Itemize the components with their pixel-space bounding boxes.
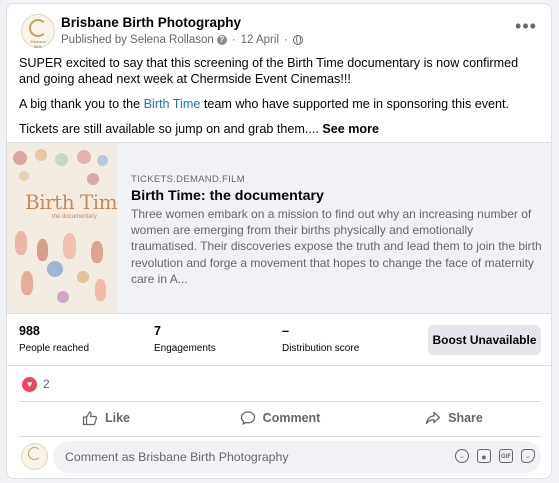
post-header: Brisbane Birth Brisbane Birth Photograph…	[19, 12, 541, 50]
poster-decoration	[87, 173, 99, 185]
gif-icon[interactable]: GIF	[499, 449, 513, 463]
poster-decoration	[57, 291, 69, 303]
like-button[interactable]: Like	[19, 404, 193, 432]
poster-decoration	[55, 153, 68, 166]
avatar-text: Brisbane Birth	[30, 39, 46, 49]
birth-time-link[interactable]: Birth Time	[144, 97, 201, 111]
engagements-label: Engagements	[154, 343, 216, 354]
engagements-stat[interactable]: 7 Engagements	[154, 324, 216, 354]
share-label: Share	[448, 411, 483, 425]
divider	[7, 365, 551, 366]
post-paragraph: A big thank you to the Birth Time team w…	[19, 96, 541, 112]
poster-decoration	[35, 149, 47, 161]
poster-figure	[15, 231, 27, 255]
people-reached-value: 988	[19, 324, 40, 338]
published-by: Published by Selena Rollason	[61, 34, 214, 46]
reaction-summary[interactable]: ♥ 2	[22, 376, 50, 392]
love-heart-icon: ♥	[22, 376, 37, 392]
divider	[19, 401, 541, 402]
page-avatar[interactable]: Brisbane Birth	[21, 14, 55, 49]
poster-image[interactable]: Birth Time the documentary	[7, 143, 117, 313]
thumbs-up-icon	[82, 411, 98, 426]
poster-decoration	[47, 261, 63, 277]
comment-tools: ᵕ ● GIF ᵕ	[455, 449, 535, 463]
post-paragraph: SUPER excited to say that this screening…	[19, 56, 519, 86]
post-paragraph: Tickets are still available so jump on a…	[19, 121, 541, 137]
text-segment: Tickets are still available so jump on a…	[19, 122, 319, 136]
poster-decoration	[77, 150, 91, 164]
poster-figure	[91, 241, 103, 263]
post-date[interactable]: 12 April	[241, 34, 279, 46]
camera-icon[interactable]: ●	[477, 449, 491, 463]
comment-placeholder: Comment as Brisbane Birth Photography	[65, 450, 289, 464]
poster-decoration	[77, 271, 89, 283]
engagements-value: 7	[154, 324, 161, 338]
question-icon[interactable]: ?	[216, 35, 227, 45]
like-label: Like	[104, 411, 130, 425]
share-button[interactable]: Share	[367, 404, 541, 432]
logo-ring-icon	[28, 447, 41, 460]
emoji-icon[interactable]: ᵕ	[455, 449, 469, 463]
commenter-avatar[interactable]	[21, 443, 48, 470]
poster-figure	[37, 239, 48, 261]
sticker-icon[interactable]: ᵕ	[521, 449, 535, 463]
logo-ring-icon	[29, 19, 47, 37]
share-icon	[425, 411, 441, 425]
distribution-score-label: Distribution score	[282, 343, 360, 354]
preview-title[interactable]: Birth Time: the documentary	[131, 188, 324, 204]
link-preview[interactable]: Birth Time the documentary TICKETS.DEMAN…	[7, 142, 551, 314]
comment-button[interactable]: Comment	[193, 404, 367, 432]
poster-decoration	[13, 151, 27, 165]
action-bar: Like Comment Share	[19, 404, 541, 432]
reaction-count: 2	[43, 377, 50, 391]
divider	[19, 436, 541, 437]
comment-icon	[240, 411, 255, 425]
more-horizontal-icon[interactable]: •••	[513, 17, 539, 40]
text-segment: team who have supported me in sponsoring…	[200, 97, 510, 111]
post-text: SUPER excited to say that this screening…	[19, 55, 541, 146]
comment-input[interactable]: Comment as Brisbane Birth Photography ᵕ …	[53, 441, 541, 473]
preview-description: Three women embark on a mission to find …	[131, 207, 542, 286]
text-segment: A big thank you to the	[19, 97, 144, 111]
post-meta: Published by Selena Rollason ? · 12 Apri…	[61, 34, 303, 46]
meta-separator: ·	[231, 34, 236, 46]
distribution-score-value: –	[282, 324, 289, 338]
poster-figure	[21, 271, 33, 295]
page-name[interactable]: Brisbane Birth Photography	[61, 15, 241, 30]
poster-subtitle: the documentary	[52, 214, 97, 220]
globe-icon[interactable]	[292, 35, 303, 45]
poster-decoration	[97, 155, 108, 166]
meta-separator: ·	[284, 34, 288, 46]
post-card: Brisbane Birth Brisbane Birth Photograph…	[6, 3, 552, 479]
poster-figure	[63, 233, 76, 259]
preview-domain: TICKETS.DEMAND.FILM	[131, 174, 245, 185]
post-insights: 988 People reached 7 Engagements – Distr…	[19, 322, 541, 360]
distribution-score-stat[interactable]: – Distribution score	[282, 324, 359, 354]
poster-figure	[95, 279, 106, 301]
comment-composer: Comment as Brisbane Birth Photography ᵕ …	[19, 440, 541, 474]
poster-decoration	[19, 171, 29, 181]
comment-label: Comment	[262, 411, 321, 425]
people-reached-stat[interactable]: 988 People reached	[19, 324, 89, 354]
see-more-link[interactable]: See more	[322, 122, 379, 136]
boost-button[interactable]: Boost Unavailable	[428, 325, 541, 355]
poster-title: Birth Time	[25, 190, 117, 214]
people-reached-label: People reached	[19, 343, 90, 354]
